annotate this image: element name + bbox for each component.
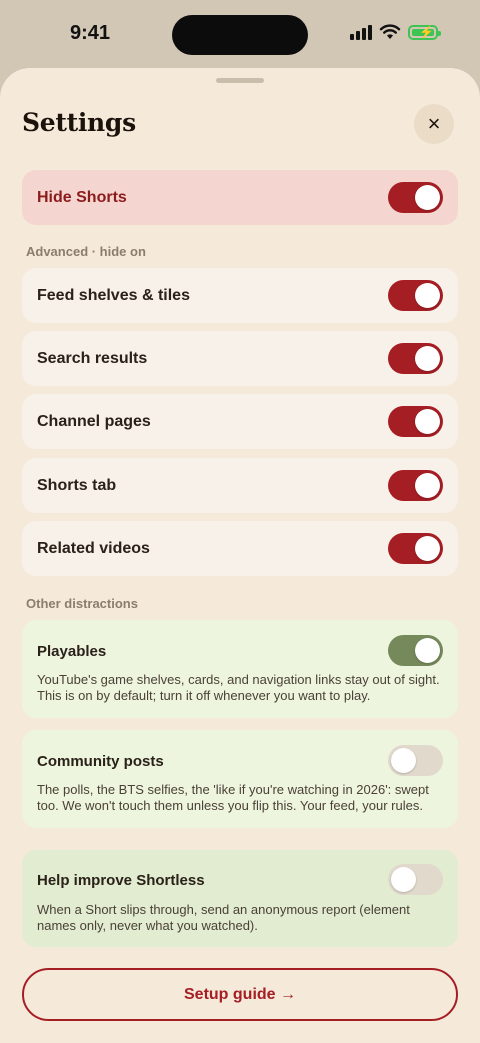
- playables-description: YouTube's game shelves, cards, and navig…: [37, 672, 440, 703]
- setting-label: Feed shelves & tiles: [37, 286, 190, 304]
- feed-shelves-toggle[interactable]: [388, 280, 443, 311]
- setup-guide-button[interactable]: Setup guide →: [22, 968, 458, 1021]
- channel-pages-toggle[interactable]: [388, 406, 443, 437]
- setting-label: Search results: [37, 349, 148, 367]
- section-label-other: Other distractions: [26, 596, 138, 611]
- hide-shorts-label: Hide Shorts: [37, 188, 127, 206]
- setting-row-related-videos[interactable]: Related videos: [22, 521, 458, 576]
- dynamic-island: [172, 15, 308, 55]
- setting-row-channel-pages[interactable]: Channel pages: [22, 394, 458, 449]
- setting-row-shorts-tab[interactable]: Shorts tab: [22, 458, 458, 513]
- setting-row-search-results[interactable]: Search results: [22, 331, 458, 386]
- setting-label: Shorts tab: [37, 476, 117, 494]
- page-title: Settings: [22, 108, 136, 137]
- community-posts-card[interactable]: Community posts The polls, the BTS selfi…: [22, 730, 458, 828]
- wifi-icon: [379, 24, 401, 39]
- settings-sheet: Settings × Hide Shorts Advanced · hide o…: [0, 68, 480, 1043]
- community-posts-description: The polls, the BTS selfies, the 'like if…: [37, 782, 429, 813]
- help-improve-description: When a Short slips through, send an anon…: [37, 902, 410, 933]
- hide-shorts-toggle[interactable]: [388, 182, 443, 213]
- setting-row-feed-shelves[interactable]: Feed shelves & tiles: [22, 268, 458, 323]
- status-time: 9:41: [70, 22, 111, 44]
- status-bar: 9:41 ⚡: [0, 0, 480, 70]
- status-icons: ⚡: [350, 24, 441, 40]
- shorts-tab-toggle[interactable]: [388, 470, 443, 501]
- help-improve-card[interactable]: Help improve Shortless When a Short slip…: [22, 850, 458, 947]
- setting-label: Related videos: [37, 539, 150, 557]
- hide-shorts-row[interactable]: Hide Shorts: [22, 170, 458, 225]
- community-posts-toggle[interactable]: [388, 745, 443, 776]
- setting-label: Channel pages: [37, 412, 151, 430]
- community-posts-title: Community posts: [37, 753, 164, 770]
- close-icon: ×: [427, 111, 441, 136]
- search-results-toggle[interactable]: [388, 343, 443, 374]
- close-button[interactable]: ×: [414, 104, 454, 144]
- playables-toggle[interactable]: [388, 635, 443, 666]
- related-videos-toggle[interactable]: [388, 533, 443, 564]
- playables-card[interactable]: Playables YouTube's game shelves, cards,…: [22, 620, 458, 718]
- setup-guide-label: Setup guide →: [184, 985, 296, 1003]
- help-improve-title: Help improve Shortless: [37, 872, 205, 889]
- section-label-advanced: Advanced · hide on: [26, 244, 146, 259]
- playables-title: Playables: [37, 643, 107, 660]
- help-improve-toggle[interactable]: [388, 864, 443, 895]
- battery-charging-icon: ⚡: [408, 24, 441, 40]
- sheet-grabber[interactable]: [216, 78, 264, 83]
- signal-icon: [350, 24, 372, 40]
